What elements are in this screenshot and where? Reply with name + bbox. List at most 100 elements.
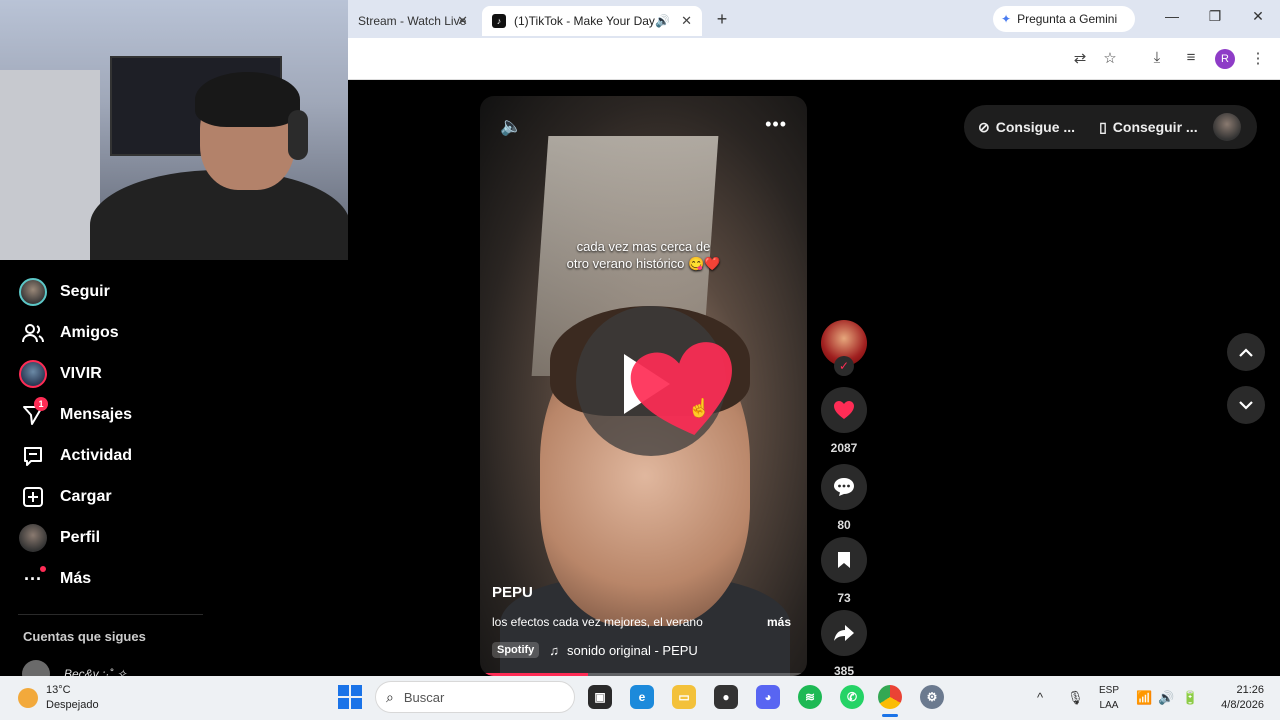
tab-close-icon[interactable]: ✕ — [681, 13, 692, 29]
tray-overflow-icon[interactable]: ^ — [1037, 690, 1043, 705]
screen: Stream - Watch Live ✕ ♪ (1)TikTok - Make… — [0, 0, 1280, 720]
volume-tray-icon[interactable]: 🔊 — [1158, 690, 1174, 706]
tab-stream-label: Stream - Watch Live — [358, 14, 467, 28]
sidebar-item-mas[interactable]: ··· Más — [18, 563, 91, 595]
save-button[interactable] — [821, 537, 867, 583]
gemini-button[interactable]: ✦ Pregunta a Gemini — [993, 6, 1135, 32]
get-app-label: Conseguir ... — [1112, 119, 1198, 135]
webcam-background-shelf — [0, 70, 100, 260]
active-app-indicator — [882, 714, 898, 717]
minimize-icon[interactable]: — — [1162, 8, 1182, 24]
microphone-icon[interactable]: 🎙 — [1067, 690, 1084, 706]
video-text-line2: otro verano histórico 😋❤️ — [566, 256, 721, 271]
live-avatar-icon — [18, 359, 48, 389]
previous-video-button[interactable] — [1227, 333, 1265, 371]
language-indicator[interactable]: ESP LAA — [1096, 683, 1122, 713]
browser-menu-icon[interactable]: ⋮ — [1248, 49, 1268, 67]
spotify-icon[interactable]: ≋ — [798, 685, 822, 709]
tab-tiktok[interactable]: ♪ (1)TikTok - Make Your Day 🔊 ✕ — [482, 6, 702, 36]
windows-start-icon[interactable] — [338, 685, 362, 709]
obs-icon[interactable]: ● — [714, 685, 738, 709]
mouse-cursor-icon: ☝ — [688, 398, 711, 418]
get-coins-label: Consigue ... — [995, 119, 1076, 135]
comment-action[interactable]: 80 — [821, 464, 867, 532]
top-actions-bar: ⊘ Consigue ... ▯ Conseguir ... — [964, 105, 1257, 149]
share-button[interactable] — [821, 610, 867, 656]
translate-icon[interactable]: ⇄ — [1070, 49, 1090, 67]
sidebar-item-amigos[interactable]: Amigos — [18, 317, 119, 349]
gemini-label: Pregunta a Gemini — [1017, 12, 1118, 26]
restore-icon[interactable]: ❐ — [1205, 8, 1225, 25]
sidebar-divider — [18, 614, 203, 615]
upload-icon — [18, 482, 48, 512]
gemini-icon: ✦ — [1001, 12, 1012, 26]
tab-audio-icon[interactable]: 🔊 — [655, 14, 670, 28]
save-count: 73 — [837, 591, 851, 605]
video-player[interactable]: cada vez mas cerca de otro verano histór… — [480, 96, 807, 676]
video-author[interactable]: PEPU — [492, 584, 533, 601]
language-code: ESP — [1098, 685, 1119, 696]
clock-date: 4/8/2026 — [1221, 699, 1264, 711]
chrome-icon[interactable] — [878, 685, 902, 709]
description-more-link[interactable]: más — [767, 615, 791, 629]
like-action[interactable]: 2087 — [821, 387, 867, 455]
tab-close-icon[interactable]: ✕ — [457, 13, 468, 29]
comment-button[interactable] — [821, 464, 867, 510]
sidebar-item-seguir[interactable]: Seguir — [18, 276, 110, 308]
edge-icon[interactable]: e — [630, 685, 654, 709]
video-text-overlay: cada vez mas cerca de otro verano histór… — [480, 238, 807, 272]
close-window-icon[interactable]: ✕ — [1248, 8, 1268, 25]
chevron-down-icon — [1239, 400, 1253, 410]
tab-stream[interactable]: Stream - Watch Live ✕ — [348, 6, 478, 36]
heart-icon — [834, 401, 854, 419]
task-view-icon[interactable]: ▣ — [588, 685, 612, 709]
settings-gear-icon[interactable]: ⚙ — [920, 685, 944, 709]
user-avatar[interactable] — [1213, 113, 1241, 141]
get-app-button[interactable]: ▯ Conseguir ... — [1099, 119, 1198, 136]
battery-icon[interactable]: 🔋 — [1182, 690, 1198, 706]
save-action[interactable]: 73 — [821, 537, 867, 605]
sidebar-item-label: Cargar — [60, 488, 112, 505]
weather-widget[interactable]: 13°C Despejado — [18, 683, 99, 713]
activity-icon — [18, 441, 48, 471]
volume-icon[interactable]: 🔈 — [500, 116, 522, 137]
more-dots-icon: ··· — [18, 564, 48, 594]
bookmark-icon — [838, 552, 850, 568]
spotify-chip[interactable]: Spotify — [492, 642, 540, 658]
weather-sun-icon — [18, 688, 38, 708]
media-control-icon[interactable]: ≡ — [1181, 49, 1201, 66]
get-coins-button[interactable]: ⊘ Consigue ... — [978, 119, 1075, 136]
sidebar-item-actividad[interactable]: Actividad — [18, 440, 132, 472]
sidebar-item-perfil[interactable]: Perfil — [18, 522, 100, 554]
video-text-line1: cada vez mas cerca de — [576, 239, 711, 254]
download-icon[interactable]: ⤓ — [1147, 49, 1167, 66]
like-button[interactable] — [821, 387, 867, 433]
more-options-icon[interactable]: ••• — [765, 114, 787, 135]
discord-icon[interactable]: ◕ — [756, 685, 780, 709]
sidebar-item-mensajes[interactable]: 1 Mensajes — [18, 397, 132, 431]
whatsapp-icon[interactable]: ✆ — [840, 685, 864, 709]
sidebar-item-vivir[interactable]: VIVIR — [18, 358, 102, 390]
taskbar-clock[interactable]: 21:26 4/8/2026 — [1210, 683, 1264, 713]
webcam-overlay — [0, 0, 348, 260]
profile-avatar[interactable]: R — [1215, 49, 1235, 69]
phone-icon: ▯ — [1099, 118, 1107, 135]
weather-condition: Despejado — [46, 699, 99, 711]
sidebar-item-label: Más — [60, 570, 92, 587]
following-check-icon[interactable]: ✓ — [834, 356, 854, 376]
following-section-title: Cuentas que sigues — [23, 629, 146, 644]
webcam-person-hair — [195, 72, 300, 127]
taskbar-search-input[interactable]: ⌕ Buscar — [375, 681, 575, 713]
tab-tiktok-label: (1)TikTok - Make Your Day — [514, 14, 655, 28]
share-action[interactable]: 385 — [821, 610, 867, 678]
bookmark-star-icon[interactable]: ☆ — [1100, 49, 1120, 67]
music-row[interactable]: Spotify ♫ sonido original - PEPU — [492, 642, 698, 658]
new-tab-button[interactable]: + — [712, 9, 732, 30]
sidebar-item-label: Seguir — [60, 283, 110, 300]
like-count: 2087 — [830, 441, 858, 455]
file-explorer-icon[interactable]: ▭ — [672, 685, 696, 709]
wifi-icon[interactable]: 📶 — [1136, 690, 1152, 706]
next-video-button[interactable] — [1227, 386, 1265, 424]
chevron-up-icon — [1239, 347, 1253, 357]
sidebar-item-cargar[interactable]: Cargar — [18, 481, 112, 513]
